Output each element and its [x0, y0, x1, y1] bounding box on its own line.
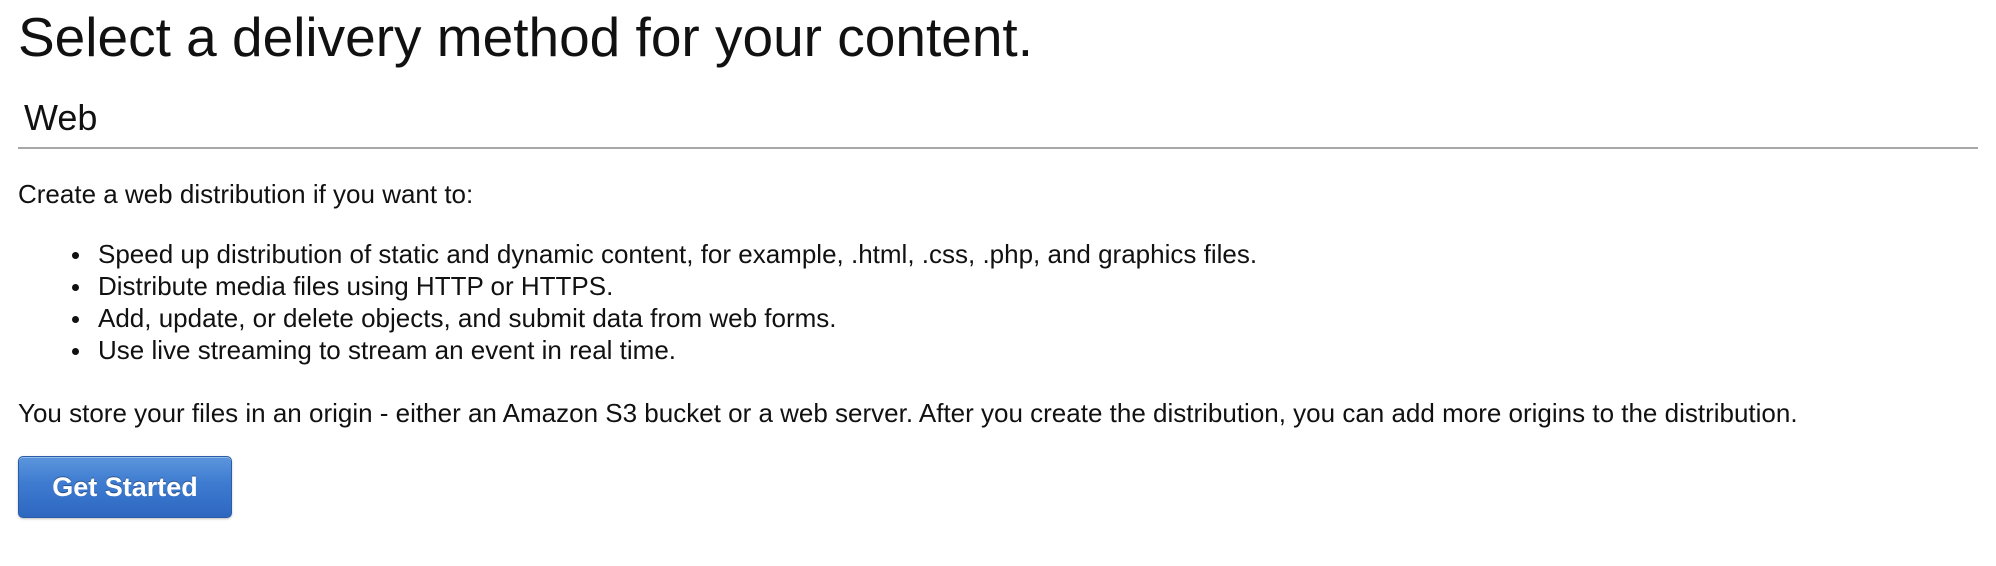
- list-item-text: Add, update, or delete objects, and subm…: [98, 303, 837, 333]
- bullet-icon: [72, 284, 79, 291]
- list-item-text: Use live streaming to stream an event in…: [98, 335, 677, 365]
- list-item-text: Distribute media files using HTTP or HTT…: [98, 271, 614, 301]
- delivery-method-page: Select a delivery method for your conten…: [0, 0, 1996, 566]
- bullet-icon: [72, 348, 79, 355]
- get-started-button[interactable]: Get Started: [18, 456, 232, 518]
- list-item: Speed up distribution of static and dyna…: [72, 238, 1258, 270]
- list-item: Distribute media files using HTTP or HTT…: [72, 270, 1257, 302]
- web-section-heading: Web: [24, 97, 98, 138]
- origin-note: You store your files in an origin - eith…: [18, 398, 1798, 428]
- bullet-icon: [72, 316, 79, 323]
- section-divider: [18, 147, 1978, 149]
- list-item-text: Speed up distribution of static and dyna…: [98, 239, 1258, 269]
- web-intro-text: Create a web distribution if you want to…: [18, 179, 474, 209]
- list-item: Use live streaming to stream an event in…: [72, 334, 1257, 366]
- feature-list: Speed up distribution of static and dyna…: [18, 238, 1257, 366]
- page-title: Select a delivery method for your conten…: [18, 6, 1033, 68]
- list-item: Add, update, or delete objects, and subm…: [72, 302, 1257, 334]
- bullet-icon: [72, 252, 79, 259]
